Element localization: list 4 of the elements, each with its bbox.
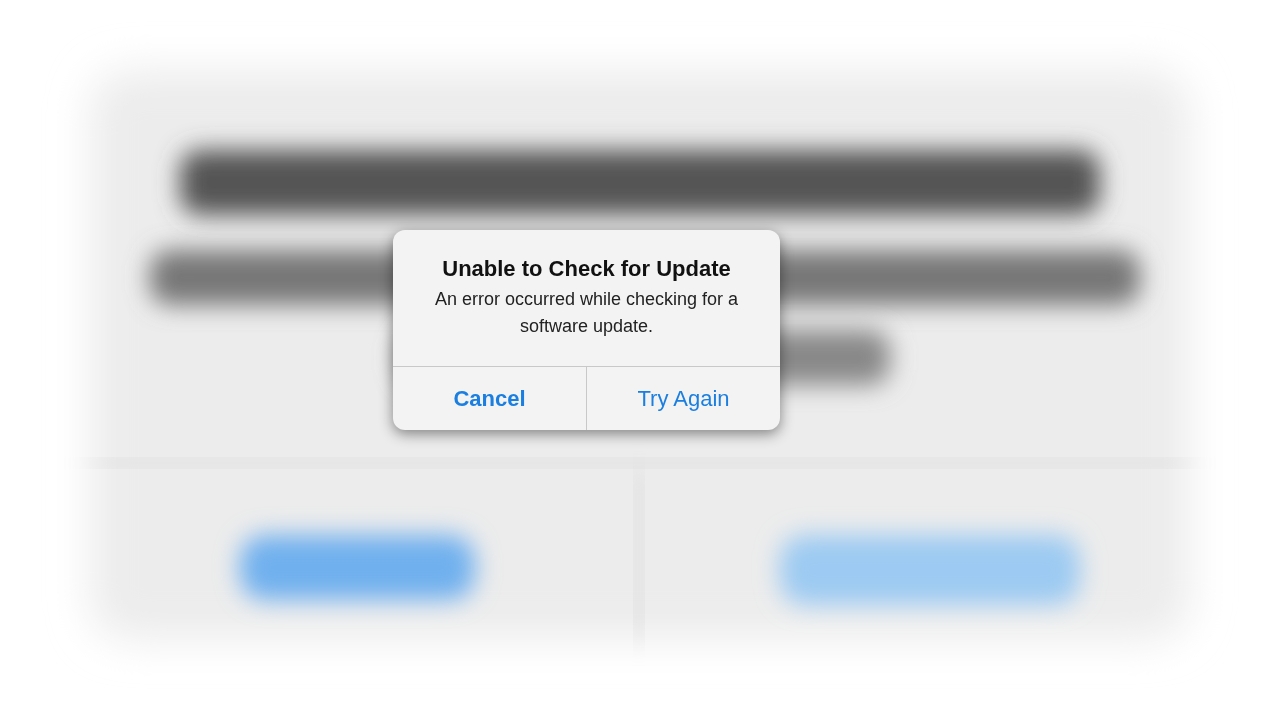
action-button[interactable]: Try Again <box>586 367 780 431</box>
alert-message: An error occurred while checking for a software update. <box>433 288 740 339</box>
alert-title: Unable to Check for Update <box>441 256 732 283</box>
cancel-button[interactable]: Cancel <box>393 367 586 431</box>
